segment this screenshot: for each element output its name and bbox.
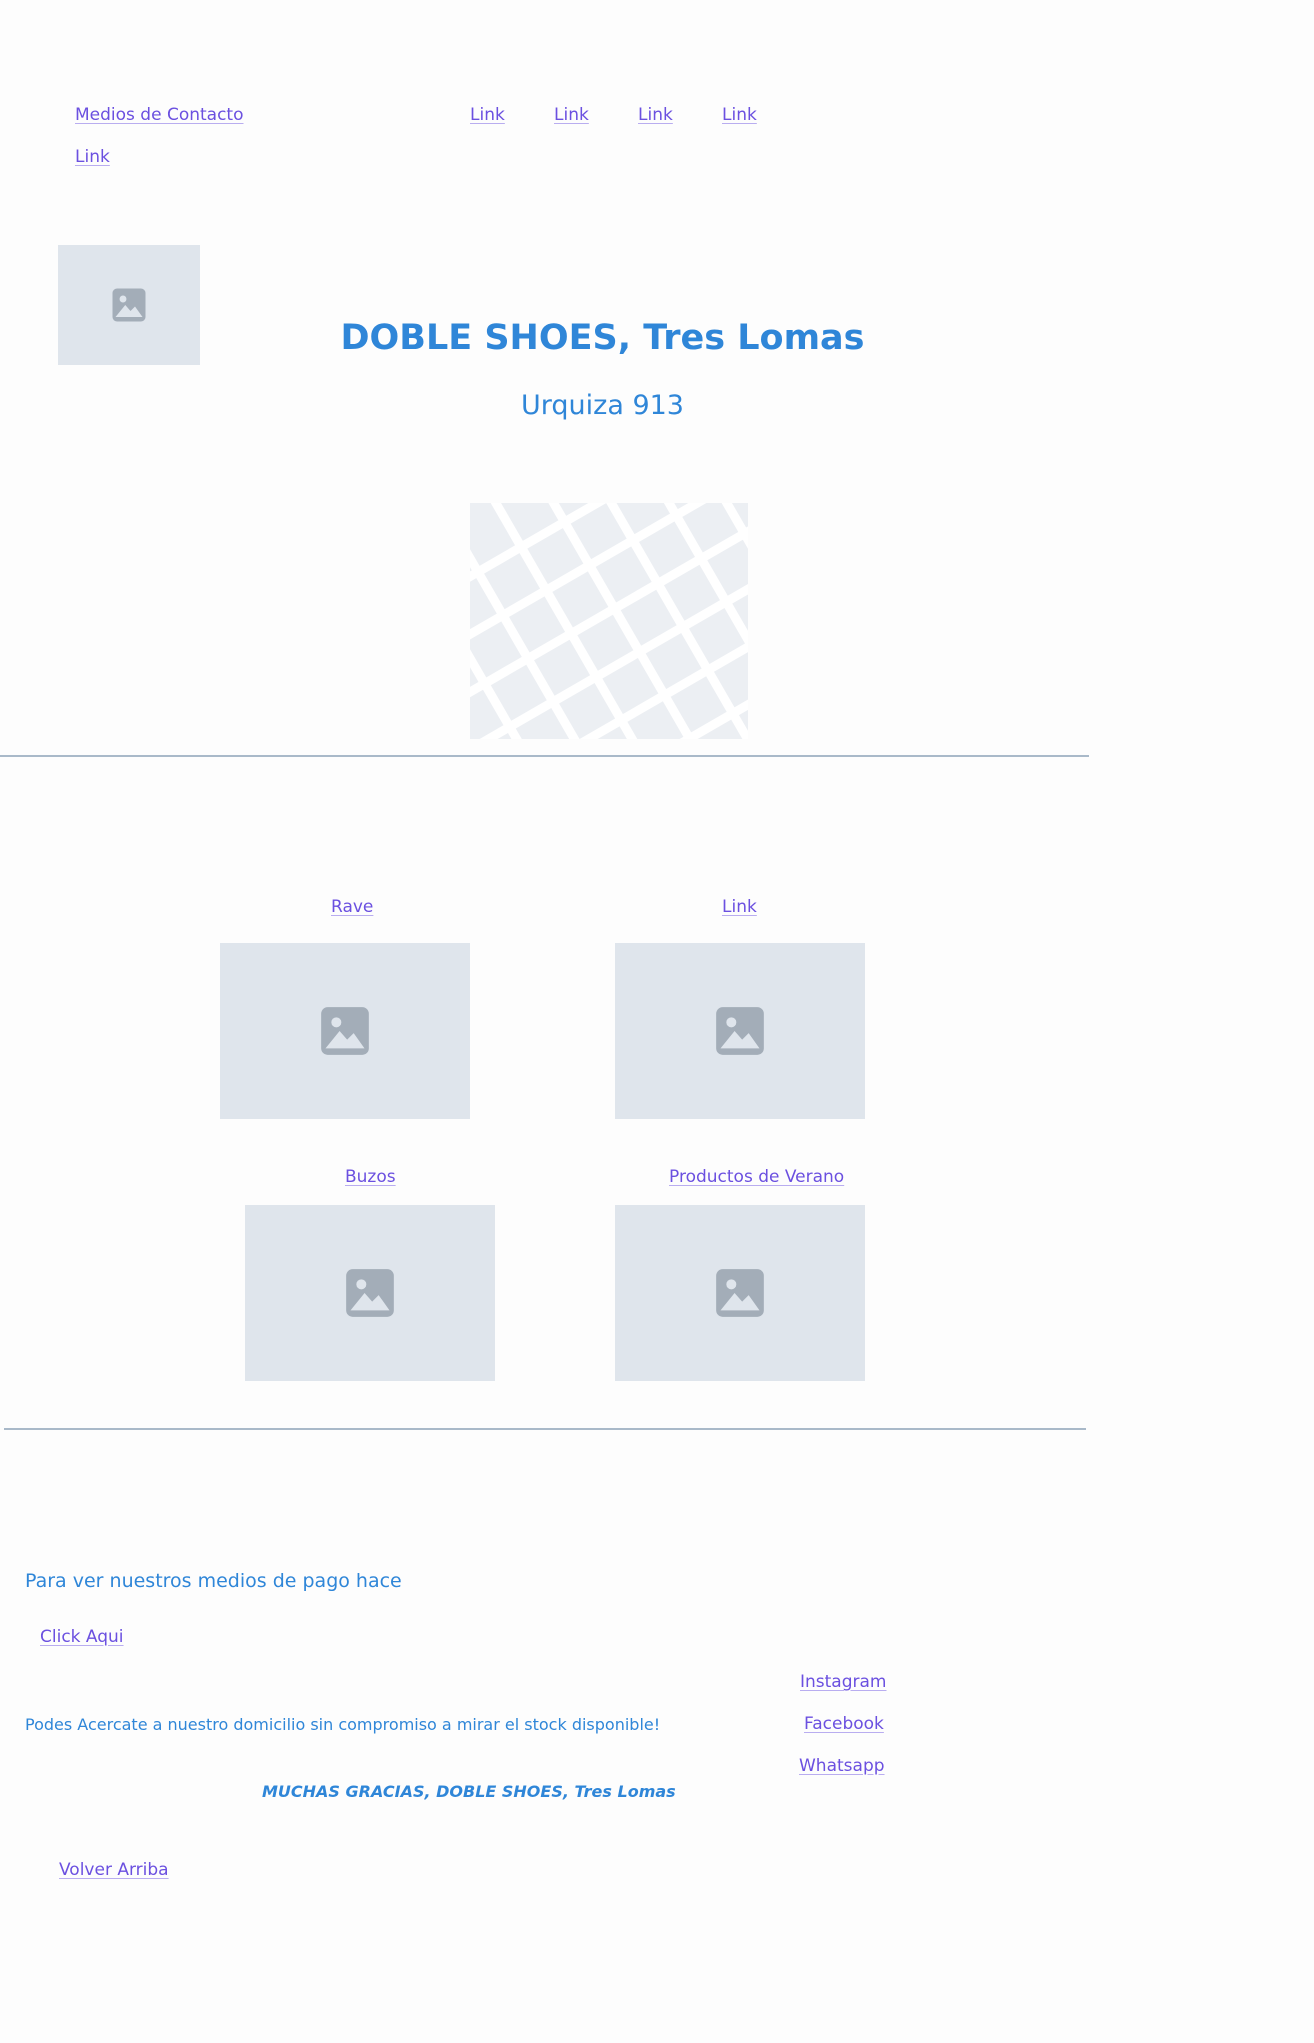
image-placeholder-icon — [716, 1269, 764, 1317]
nav-link-2[interactable]: Link — [554, 105, 589, 125]
category-image-rave[interactable] — [220, 943, 470, 1119]
whatsapp-link[interactable]: Whatsapp — [799, 1756, 885, 1776]
nav-link-4[interactable]: Link — [722, 105, 757, 125]
category-image-productos-verano[interactable] — [615, 1205, 865, 1381]
nav-link-1[interactable]: Link — [470, 105, 505, 125]
page-title: DOBLE SHOES, Tres Lomas — [340, 318, 865, 358]
location-map[interactable] — [470, 503, 748, 739]
image-placeholder-icon — [321, 1007, 369, 1055]
thanks-text: MUCHAS GRACIAS, DOBLE SHOES, Tres Lomas — [262, 1782, 676, 1801]
facebook-link[interactable]: Facebook — [804, 1714, 884, 1734]
category-link-rave[interactable]: Rave — [331, 897, 373, 917]
image-placeholder-icon — [346, 1269, 394, 1317]
instagram-link[interactable]: Instagram — [800, 1672, 887, 1692]
image-placeholder-icon — [716, 1007, 764, 1055]
click-here-link[interactable]: Click Aqui — [40, 1627, 124, 1647]
nav-contact-link[interactable]: Medios de Contacto — [75, 105, 244, 125]
category-image-buzos[interactable] — [245, 1205, 495, 1381]
nav-link-3[interactable]: Link — [638, 105, 673, 125]
section-divider-2 — [4, 1428, 1086, 1430]
category-image-2[interactable] — [615, 943, 865, 1119]
visit-store-text: Podes Acercate a nuestro domicilio sin c… — [25, 1715, 661, 1734]
back-to-top-link[interactable]: Volver Arriba — [59, 1860, 169, 1880]
category-link-productos-verano[interactable]: Productos de Verano — [669, 1167, 844, 1187]
category-link-buzos[interactable]: Buzos — [345, 1167, 396, 1187]
nav-link-5[interactable]: Link — [75, 147, 110, 167]
store-address: Urquiza 913 — [521, 390, 684, 421]
section-divider-1 — [0, 755, 1089, 757]
map-streets-graphic — [470, 503, 748, 739]
payment-info-text: Para ver nuestros medios de pago hace — [25, 1570, 402, 1592]
category-link-2[interactable]: Link — [722, 897, 757, 917]
